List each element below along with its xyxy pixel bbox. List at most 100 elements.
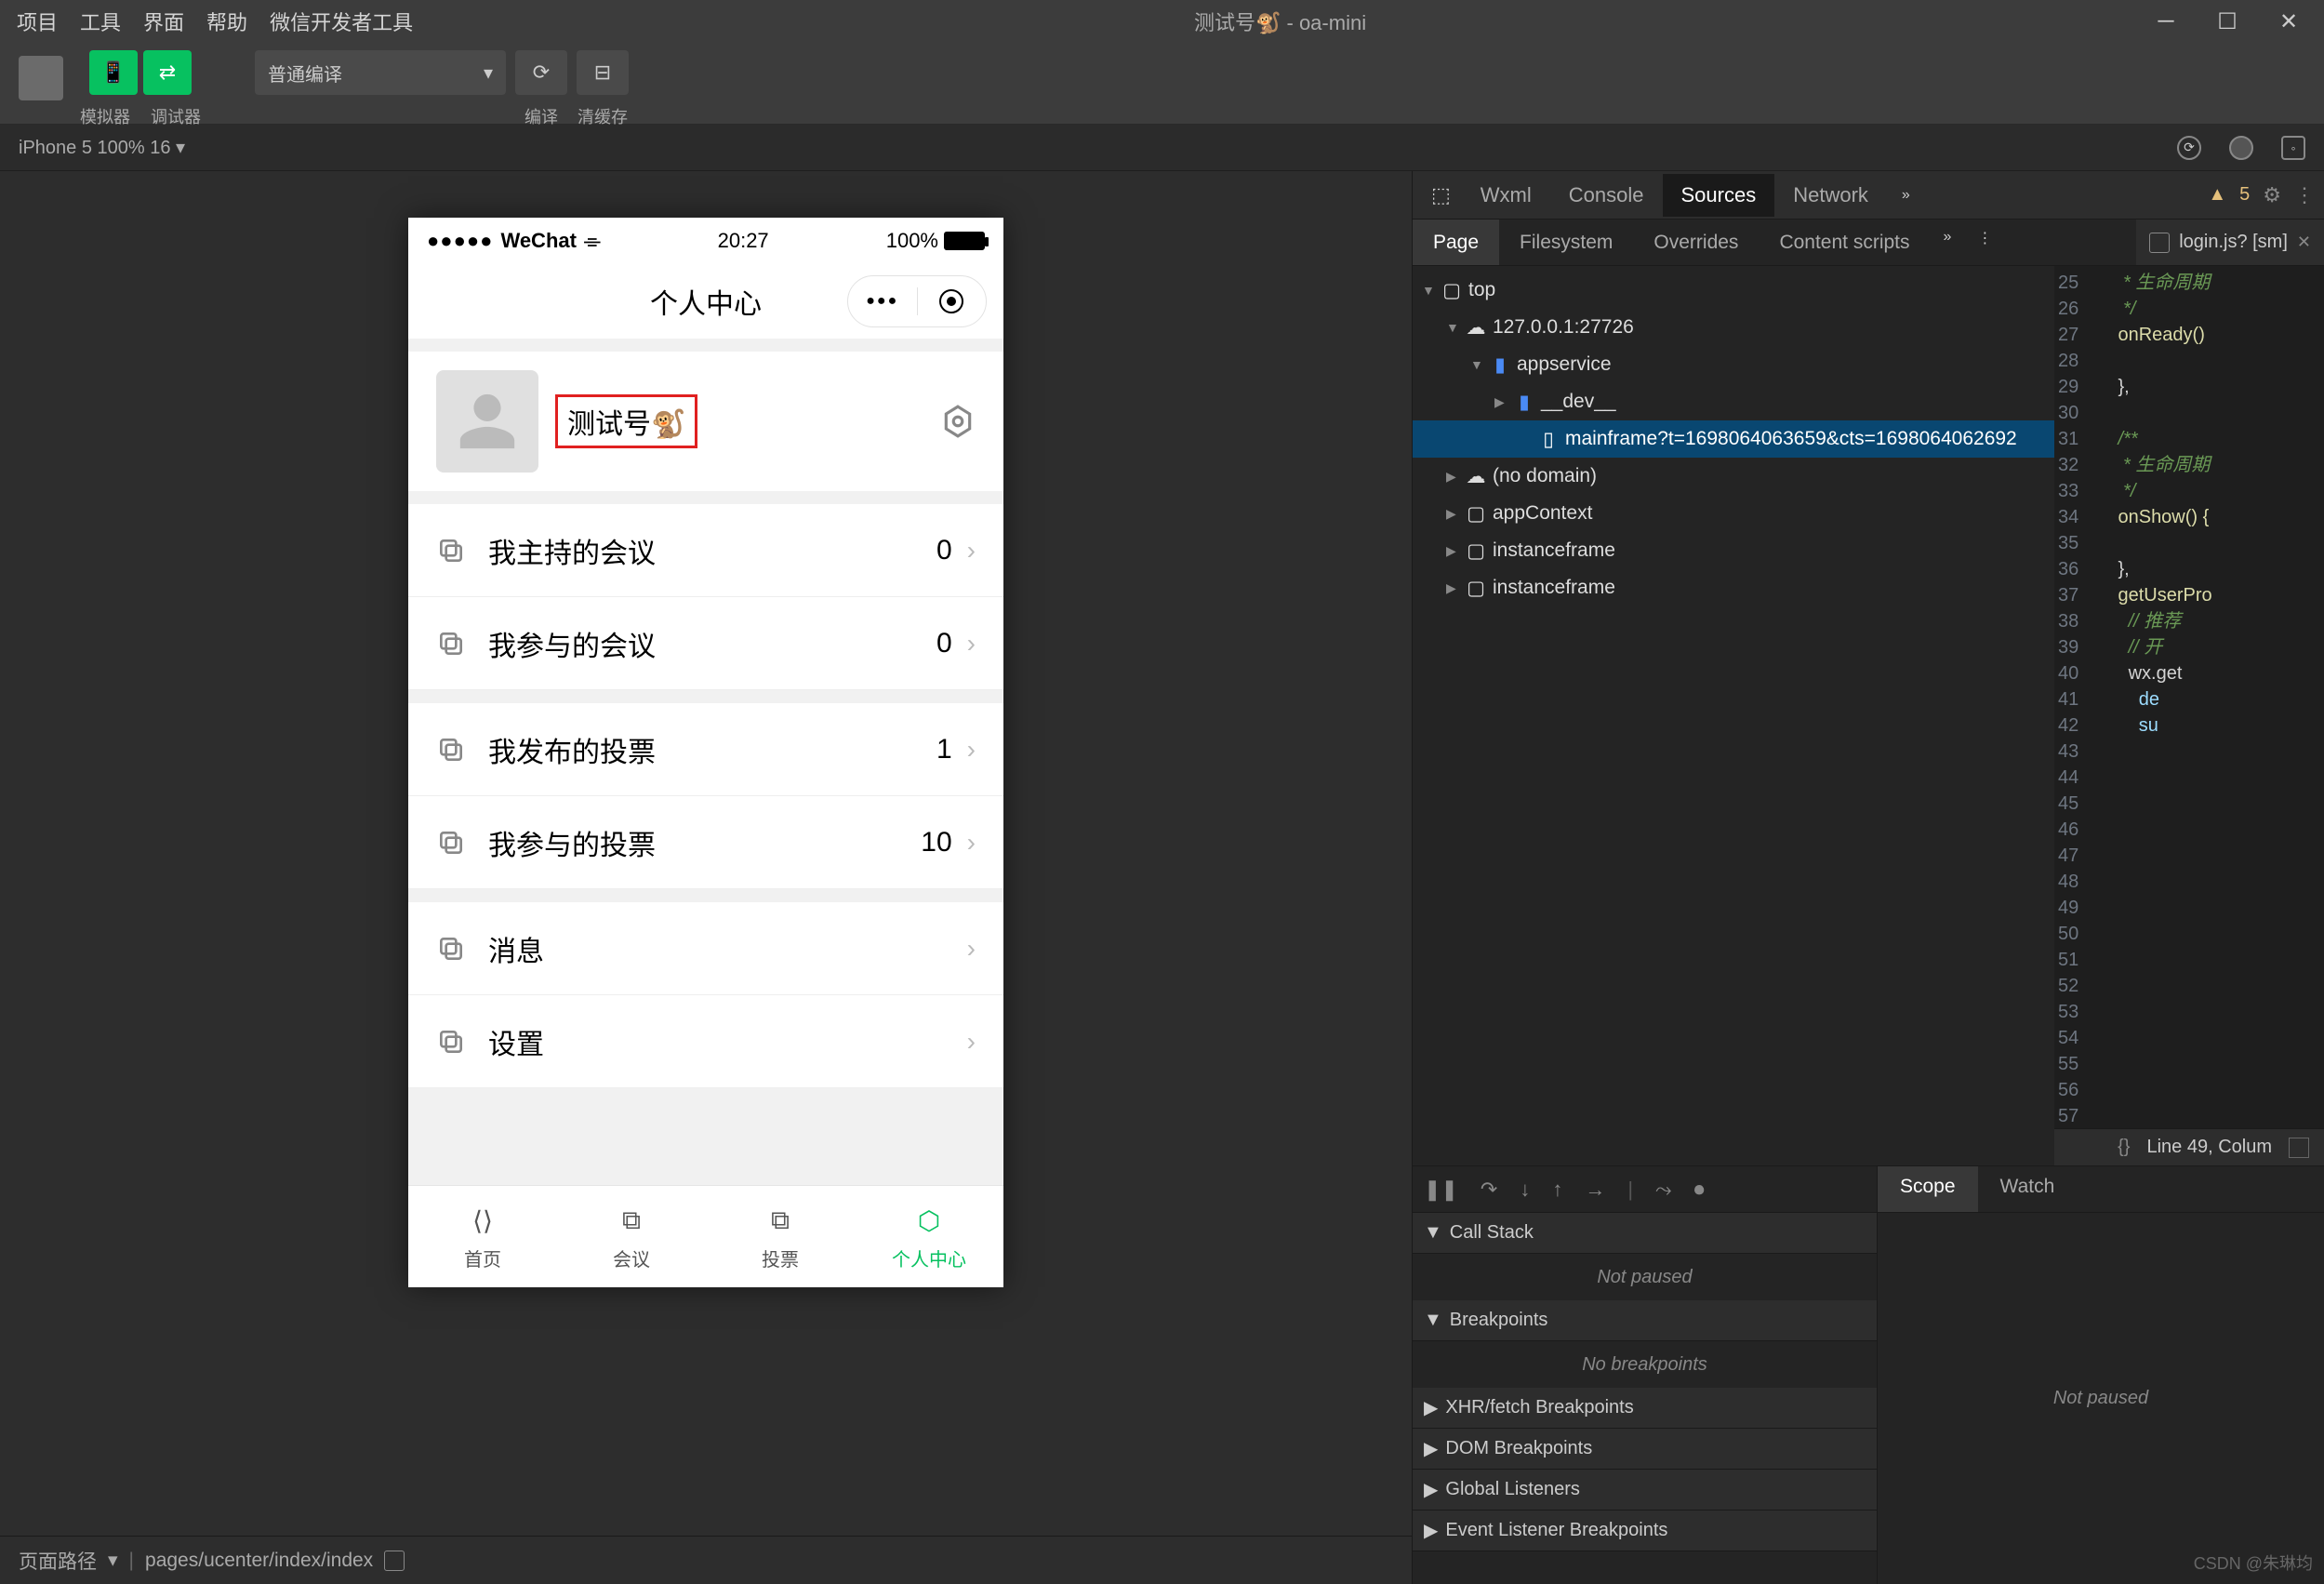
vote-pub-icon xyxy=(436,735,466,765)
tree-node-folder[interactable]: ▼▮appservice xyxy=(1413,346,2054,383)
deactivate-breakpoints-icon[interactable]: ⤳ xyxy=(1655,1178,1672,1202)
list-item-label: 我主持的会议 xyxy=(488,530,936,571)
event-listener-breakpoints-header[interactable]: ▶Event Listener Breakpoints xyxy=(1413,1511,1877,1551)
open-file-tab[interactable]: login.js? [sm] ✕ xyxy=(2136,220,2324,265)
tab-icon: ⧉ xyxy=(762,1202,799,1239)
list-item[interactable]: 我主持的会议0› xyxy=(408,504,1003,597)
list-item[interactable]: 设置› xyxy=(408,995,1003,1088)
menu-item[interactable]: 界面 xyxy=(134,1,193,42)
list-item[interactable]: 我发布的投票1› xyxy=(408,703,1003,796)
list-item-count: 0 xyxy=(936,628,952,659)
call-stack-header[interactable]: ▼Call Stack xyxy=(1413,1213,1877,1254)
menu-item[interactable]: 工具 xyxy=(71,1,130,42)
list-item[interactable]: 我参与的会议0› xyxy=(408,597,1003,690)
tab-icon: ⧉ xyxy=(613,1202,650,1239)
tree-node-context[interactable]: ▶▢instanceframe xyxy=(1413,569,2054,606)
devtools-tab[interactable]: Sources xyxy=(1663,174,1775,217)
global-listeners-header[interactable]: ▶Global Listeners xyxy=(1413,1470,1877,1511)
toolbar: 📱 ⇄ 模拟器 调试器 普通编译 ▾ ⟳ 编译 ⊟ 清缓存 xyxy=(0,43,2324,125)
wifi-icon: ⌯ xyxy=(584,229,601,253)
home-icon[interactable]: ◦ xyxy=(2281,136,2305,160)
inspect-icon[interactable]: ⬚ xyxy=(1422,183,1460,207)
tree-node-domain[interactable]: ▶☁(no domain) xyxy=(1413,458,2054,495)
list-item[interactable]: 消息› xyxy=(408,902,1003,995)
capsule-menu-icon[interactable] xyxy=(848,293,917,310)
devtools-tab[interactable]: Console xyxy=(1550,174,1663,217)
copy-icon[interactable] xyxy=(384,1551,405,1571)
tree-node-domain[interactable]: ▼☁127.0.0.1:27726 xyxy=(1413,309,2054,346)
step-icon[interactable]: → xyxy=(1585,1178,1605,1202)
page-path-value: pages/ucenter/index/index xyxy=(145,1550,373,1572)
pause-icon[interactable]: ❚❚ xyxy=(1424,1178,1458,1202)
clear-cache-button[interactable]: ⊟ xyxy=(577,50,629,95)
subtab-menu-icon[interactable]: ⋮ xyxy=(1964,220,2005,265)
tab-item[interactable]: ⬡个人中心 xyxy=(855,1186,1003,1287)
tree-node-top[interactable]: ▼▢top xyxy=(1413,272,2054,309)
devtools-settings-icon[interactable]: ⚙ xyxy=(2263,183,2281,207)
tab-item[interactable]: ⧉会议 xyxy=(557,1186,706,1287)
close-file-icon[interactable]: ✕ xyxy=(2297,233,2311,252)
sources-subtab[interactable]: Content scripts xyxy=(1759,220,1930,265)
devtools-tab[interactable]: Network xyxy=(1774,174,1887,217)
maximize-button[interactable]: ☐ xyxy=(2199,3,2255,40)
tab-label: 投票 xyxy=(762,1245,799,1271)
capsule-button[interactable] xyxy=(847,275,987,327)
refresh-icon[interactable]: ⟳ xyxy=(2177,136,2201,160)
tree-node-folder[interactable]: ▶▮__dev__ xyxy=(1413,383,2054,420)
scope-tab[interactable]: Scope xyxy=(1878,1166,1978,1212)
sources-subtab[interactable]: Page xyxy=(1413,220,1499,265)
record-icon[interactable] xyxy=(2229,136,2253,160)
chevron-down-icon[interactable]: ▾ xyxy=(108,1549,118,1572)
sources-subtab-bar: PageFilesystemOverridesContent scripts »… xyxy=(1413,220,2324,266)
more-subtabs-icon[interactable]: » xyxy=(1931,220,1965,265)
folder-icon: ▮ xyxy=(1515,391,1534,414)
xhr-breakpoints-header[interactable]: ▶XHR/fetch Breakpoints xyxy=(1413,1388,1877,1429)
tree-node-context[interactable]: ▶▢instanceframe xyxy=(1413,532,2054,569)
tab-item[interactable]: ⧉ 投票 xyxy=(706,1186,855,1287)
menu-item[interactable]: 帮助 xyxy=(197,1,257,42)
sources-subtab[interactable]: Overrides xyxy=(1633,220,1759,265)
warning-icon[interactable]: ▲ xyxy=(2208,184,2226,206)
compile-mode-select[interactable]: 普通编译 ▾ xyxy=(255,50,506,95)
step-into-icon[interactable]: ↓ xyxy=(1520,1178,1530,1202)
menu-item[interactable]: 微信开发者工具 xyxy=(260,1,422,42)
tree-node-context[interactable]: ▶▢appContext xyxy=(1413,495,2054,532)
folder-icon: ▮ xyxy=(1491,353,1509,377)
pause-on-exceptions-icon[interactable]: ⏺ xyxy=(1694,1178,1705,1202)
close-button[interactable]: ✕ xyxy=(2261,3,2317,40)
debugger-toggle-button[interactable]: ⇄ xyxy=(143,50,192,95)
step-out-icon[interactable]: ↑ xyxy=(1552,1178,1562,1202)
source-map-icon xyxy=(2149,233,2170,253)
profile-header: 测试号🐒 xyxy=(408,352,1003,491)
simulator-toggle-button[interactable]: 📱 xyxy=(89,50,138,95)
devtools-tab[interactable]: Wxml xyxy=(1462,174,1550,217)
compile-button[interactable]: ⟳ xyxy=(515,50,567,95)
settings-icon xyxy=(436,1027,466,1057)
profile-settings-icon[interactable] xyxy=(940,404,976,439)
coverage-icon[interactable] xyxy=(2289,1138,2309,1158)
tab-item[interactable]: ⟨⟩首页 xyxy=(408,1186,557,1287)
dom-breakpoints-header[interactable]: ▶DOM Breakpoints xyxy=(1413,1429,1877,1470)
minimize-button[interactable]: ─ xyxy=(2138,3,2194,40)
devtools-menu-icon[interactable]: ⋮ xyxy=(2294,183,2315,207)
signal-icon: ●●●●● xyxy=(427,229,493,253)
device-info-select[interactable]: iPhone 5 100% 16 ▾ xyxy=(19,136,185,159)
profile-avatar[interactable] xyxy=(436,370,538,473)
user-avatar[interactable] xyxy=(19,56,63,100)
sources-subtab[interactable]: Filesystem xyxy=(1499,220,1633,265)
watch-tab[interactable]: Watch xyxy=(1978,1166,2078,1212)
format-icon[interactable]: {} xyxy=(2118,1137,2130,1158)
list-item[interactable]: 我参与的投票10› xyxy=(408,796,1003,889)
tree-node-file[interactable]: ▯mainframe?t=1698064063659&cts=169806406… xyxy=(1413,420,2054,458)
sources-tree: ▼▢top ▼☁127.0.0.1:27726 ▼▮appservice ▶▮_… xyxy=(1413,266,2054,1165)
more-tabs-icon[interactable]: » xyxy=(1889,187,1923,204)
list-item-label: 消息 xyxy=(488,928,967,969)
breakpoints-header[interactable]: ▼Breakpoints xyxy=(1413,1300,1877,1341)
capsule-close-icon[interactable] xyxy=(918,289,987,313)
menu-item[interactable]: 项目 xyxy=(7,1,67,42)
list-item-count: 0 xyxy=(936,535,952,566)
step-over-icon[interactable]: ↷ xyxy=(1481,1178,1497,1202)
message-icon xyxy=(436,934,466,964)
code-editor[interactable]: 2526272829303132333435363738394041424344… xyxy=(2054,266,2324,1128)
tab-icon: ⬡ xyxy=(910,1202,948,1239)
